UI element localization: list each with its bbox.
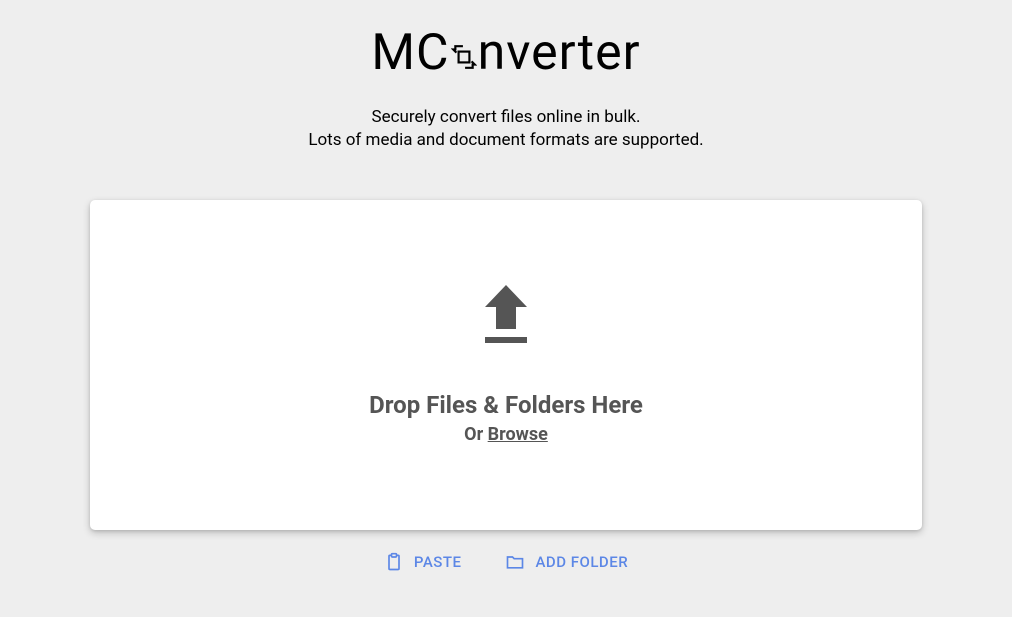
actions-bar: PASTE ADD FOLDER [384,552,628,572]
clipboard-icon [384,552,404,572]
drop-text: Drop Files & Folders Here [369,391,643,419]
tagline-line1: Securely convert files online in bulk. [308,106,703,129]
or-browse-line: Or Browse [464,424,548,445]
convert-icon [451,44,477,70]
browse-link[interactable]: Browse [488,424,548,445]
add-folder-label: ADD FOLDER [535,553,628,571]
dropzone[interactable]: Drop Files & Folders Here Or Browse [90,200,922,530]
logo-suffix: nverter [478,28,641,78]
add-folder-button[interactable]: ADD FOLDER [505,552,628,572]
tagline: Securely convert files online in bulk. L… [308,106,703,152]
paste-label: PASTE [414,553,462,571]
logo-prefix: MC [371,28,449,78]
upload-icon [481,285,531,349]
app-logo: MC nverter [371,28,640,78]
paste-button[interactable]: PASTE [384,552,462,572]
or-text: Or [464,424,487,445]
folder-icon [505,552,525,572]
tagline-line2: Lots of media and document formats are s… [308,129,703,152]
